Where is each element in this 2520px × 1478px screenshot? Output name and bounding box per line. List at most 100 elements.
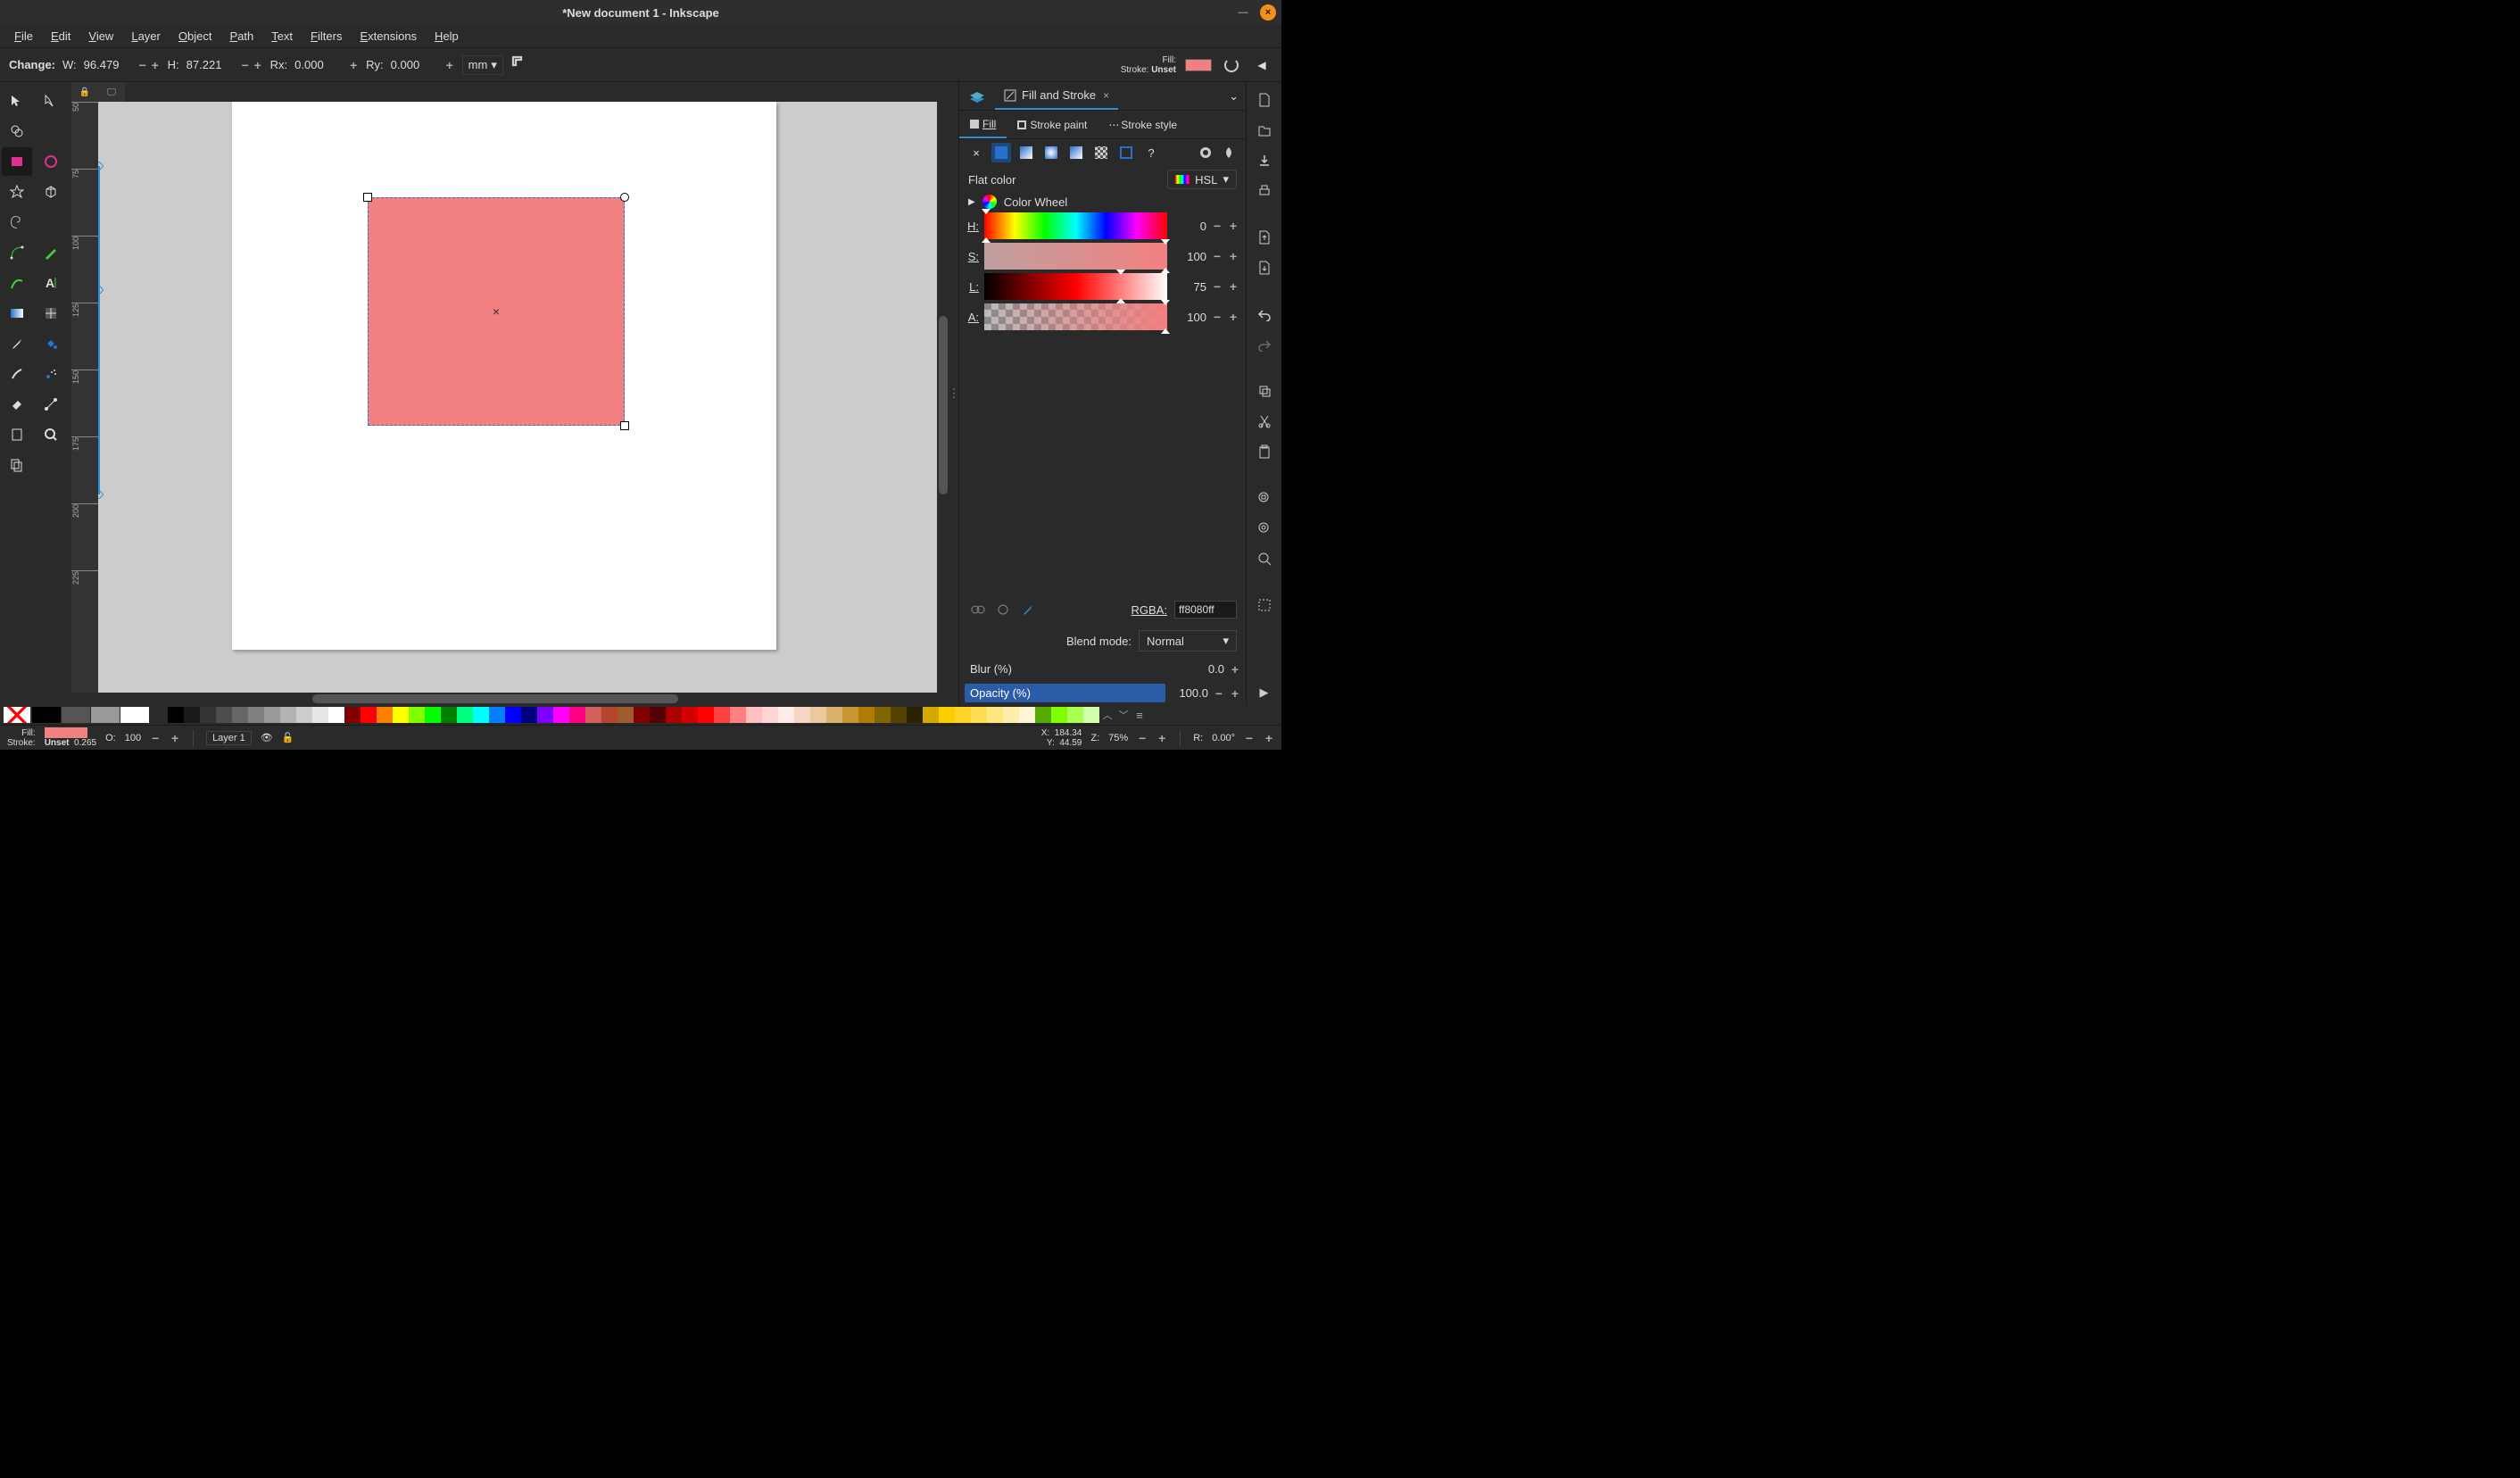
pages-tool[interactable] xyxy=(2,451,32,479)
scrollbar-horizontal[interactable] xyxy=(98,693,937,705)
palette-swatch[interactable] xyxy=(409,707,425,723)
paint-bucket-tool[interactable] xyxy=(36,329,66,358)
paint-unknown[interactable]: ? xyxy=(1141,143,1161,162)
duplicate-icon[interactable] xyxy=(1252,593,1277,618)
palette-next[interactable]: ﹀ xyxy=(1115,708,1132,722)
palette-swatch[interactable] xyxy=(1035,707,1051,723)
z-plus[interactable]: + xyxy=(1156,731,1167,745)
palette-swatch[interactable] xyxy=(377,707,393,723)
palette-swatch[interactable] xyxy=(569,707,585,723)
text-tool[interactable]: A xyxy=(36,269,66,297)
panel-menu-icon[interactable]: ⌄ xyxy=(1222,89,1246,104)
resize-handle-tl[interactable] xyxy=(363,193,372,202)
h-plus[interactable]: + xyxy=(253,58,263,72)
palette-swatch[interactable] xyxy=(714,707,730,723)
visibility-icon[interactable]: 👁 xyxy=(261,732,273,743)
palette-swatch[interactable] xyxy=(393,707,409,723)
palette-swatch[interactable] xyxy=(955,707,971,723)
selector-tool[interactable] xyxy=(2,87,32,115)
palette-swatch[interactable] xyxy=(553,707,569,723)
layer-selector[interactable]: Layer 1 xyxy=(206,731,252,745)
h-minus[interactable]: − xyxy=(1212,219,1223,233)
w-minus[interactable]: − xyxy=(137,58,148,72)
3dbox-tool[interactable] xyxy=(36,178,66,206)
palette-swatch[interactable] xyxy=(489,707,505,723)
subtab-stroke-style[interactable]: ⋯Stroke style xyxy=(1098,111,1188,138)
palette-swatch[interactable] xyxy=(730,707,746,723)
blur-label[interactable]: Blur (%) xyxy=(965,660,1181,678)
panel-tab-fill-stroke[interactable]: Fill and Stroke × xyxy=(995,82,1118,110)
canvas[interactable]: × xyxy=(98,102,937,693)
corners-reset-icon[interactable] xyxy=(510,54,532,76)
rgba-input[interactable] xyxy=(1174,601,1237,619)
lightness-slider[interactable] xyxy=(984,273,1167,300)
selected-rectangle[interactable]: × xyxy=(368,197,625,426)
palette-swatch[interactable] xyxy=(232,707,248,723)
paint-pattern[interactable] xyxy=(1091,143,1111,162)
status-fill-swatch[interactable] xyxy=(45,727,87,738)
palette-swatch[interactable] xyxy=(441,707,457,723)
panel-tab-layers[interactable] xyxy=(959,82,995,110)
calligraphy-tool[interactable] xyxy=(2,269,32,297)
copy-icon[interactable] xyxy=(1252,378,1277,403)
menu-edit[interactable]: Edit xyxy=(44,28,78,45)
export-icon[interactable] xyxy=(1252,255,1277,280)
corner-radius-handle[interactable] xyxy=(620,193,629,202)
layer-lock-icon[interactable]: 🔓 xyxy=(282,732,294,743)
paint-none[interactable]: × xyxy=(966,143,986,162)
color-wheel-toggle[interactable]: ▶Color Wheel xyxy=(959,193,1246,211)
mesh-tool[interactable] xyxy=(36,299,66,328)
palette-swatch[interactable] xyxy=(537,707,553,723)
lpe-tool[interactable] xyxy=(2,420,32,449)
palette-menu-icon[interactable]: ≡ xyxy=(1132,709,1148,722)
display-mode-icon[interactable]: 🖵 xyxy=(98,82,125,102)
ruler-vertical[interactable]: 5075100125150175200225 xyxy=(71,102,98,693)
palette-swatch[interactable] xyxy=(923,707,939,723)
palette-swatch[interactable] xyxy=(682,707,698,723)
o-minus[interactable]: − xyxy=(150,731,161,745)
hue-slider[interactable] xyxy=(984,212,1167,239)
palette-swatch[interactable] xyxy=(746,707,762,723)
palette-swatch[interactable] xyxy=(280,707,296,723)
h-plus[interactable]: + xyxy=(1228,219,1239,233)
close-tab-icon[interactable]: × xyxy=(1103,89,1109,102)
subtab-stroke-paint[interactable]: Stroke paint xyxy=(1007,111,1098,138)
palette-swatch[interactable] xyxy=(1019,707,1035,723)
expand-panel-icon[interactable]: ◀ xyxy=(1251,54,1272,76)
palette-swatch[interactable] xyxy=(618,707,634,723)
rotation-value[interactable]: 0.00° xyxy=(1212,733,1235,743)
a-minus[interactable]: − xyxy=(1212,310,1223,324)
menu-extensions[interactable]: Extensions xyxy=(352,28,424,45)
palette-swatch[interactable] xyxy=(344,707,361,723)
redo-icon[interactable] xyxy=(1252,332,1277,357)
height-input[interactable] xyxy=(183,56,236,73)
resize-handle-br[interactable] xyxy=(620,421,629,430)
status-opacity[interactable]: 100 xyxy=(125,733,141,743)
opacity-minus[interactable]: − xyxy=(1214,686,1224,701)
palette-swatch[interactable] xyxy=(585,707,601,723)
panel-drag-handle[interactable]: ⋮ xyxy=(949,82,958,705)
alpha-slider[interactable] xyxy=(984,303,1167,330)
pencil-tool[interactable] xyxy=(36,238,66,267)
zoom-tool[interactable] xyxy=(36,420,66,449)
palette-darkgray[interactable] xyxy=(62,707,90,723)
pick-color-icon[interactable] xyxy=(1018,600,1038,619)
palette-swatch[interactable] xyxy=(794,707,810,723)
palette-gray[interactable] xyxy=(91,707,120,723)
palette-swatch[interactable] xyxy=(666,707,682,723)
palette-swatch[interactable] xyxy=(810,707,826,723)
import-icon[interactable] xyxy=(1252,225,1277,250)
open-icon[interactable] xyxy=(1252,118,1277,143)
gradient-tool[interactable] xyxy=(2,299,32,328)
palette-swatch[interactable] xyxy=(296,707,312,723)
blur-plus[interactable]: + xyxy=(1230,662,1240,677)
spray-tool[interactable] xyxy=(36,360,66,388)
l-plus[interactable]: + xyxy=(1228,279,1239,294)
r-plus[interactable]: + xyxy=(1264,731,1274,745)
paint-radial-gradient[interactable] xyxy=(1041,143,1061,162)
palette-swatch[interactable] xyxy=(264,707,280,723)
palette-black[interactable] xyxy=(32,707,61,723)
hole-nonzero[interactable] xyxy=(1219,143,1239,162)
unit-selector[interactable]: mm▾ xyxy=(462,55,503,75)
palette-white[interactable] xyxy=(120,707,149,723)
